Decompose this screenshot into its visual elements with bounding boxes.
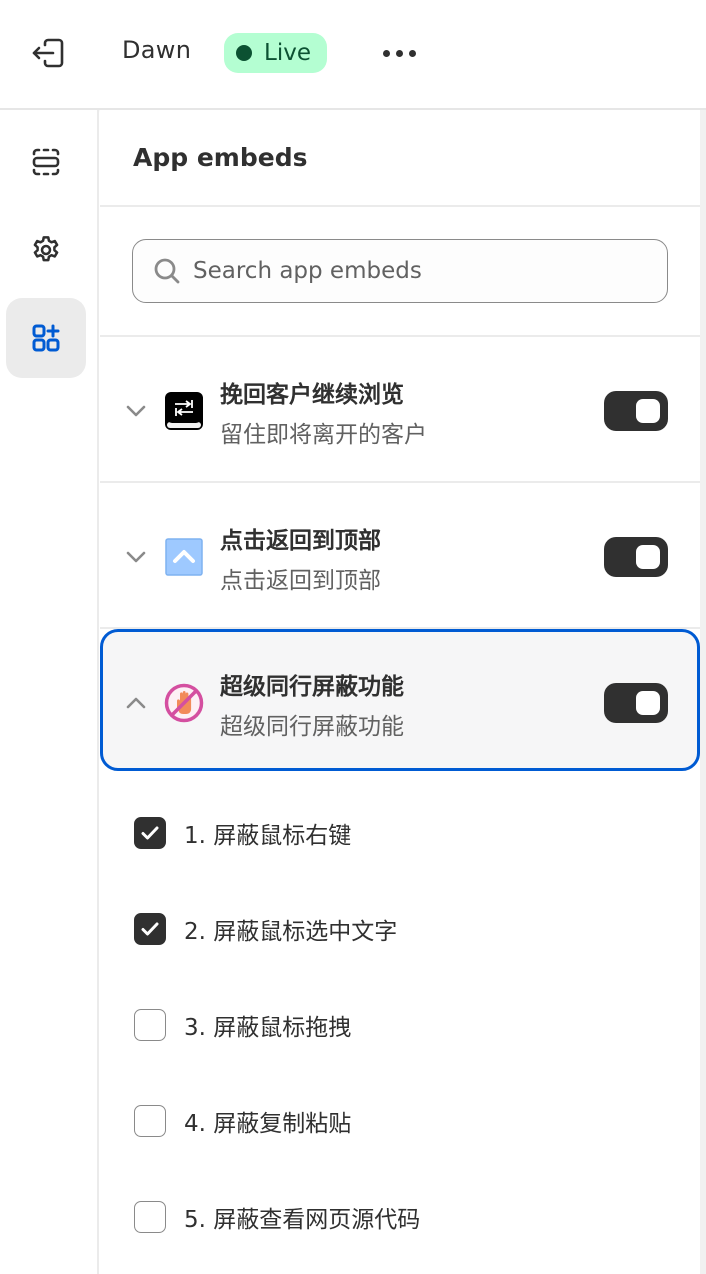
embed-subtitle: 超级同行屏蔽功能 [220,714,404,740]
search-icon [154,258,180,284]
status-badge: Live [224,33,327,73]
gear-icon [33,236,59,262]
option-label: 4. 屏蔽复制粘贴 [184,1111,352,1137]
more-actions-button[interactable] [378,36,420,70]
embed-toggle[interactable] [604,391,668,431]
checkbox-checked[interactable] [134,913,166,945]
keyboard-tab-icon [165,392,203,430]
rail-item-theme-settings[interactable] [6,210,86,290]
expand-button[interactable] [124,545,148,569]
toggle-knob [636,691,660,715]
app-embed-item-expanded: 超级同行屏蔽功能 超级同行屏蔽功能 [100,629,700,771]
chevron-down-icon [126,551,146,563]
option-label: 5. 屏蔽查看网页源代码 [184,1207,421,1233]
expand-button[interactable] [124,399,148,423]
embed-toggle[interactable] [604,683,668,723]
status-dot [236,45,252,61]
scrollbar-track[interactable] [700,110,706,1274]
sidebar-rail [0,110,99,1274]
collapse-button[interactable] [124,691,148,715]
option-label: 1. 屏蔽鼠标右键 [184,823,352,849]
panel-header: App embeds [100,110,700,207]
checkbox-unchecked[interactable] [134,1009,166,1041]
rail-item-sections[interactable] [6,122,86,202]
rail-item-app-embeds[interactable] [6,298,86,378]
search-section [100,207,700,337]
embed-subtitle: 点击返回到顶部 [220,568,381,594]
embed-settings-list: 1. 屏蔽鼠标右键 2. 屏蔽鼠标选中文字 3. 屏蔽鼠标拖拽 4. 屏蔽复制粘… [100,771,700,1265]
option-label: 2. 屏蔽鼠标选中文字 [184,919,398,945]
app-icon [164,683,204,723]
embed-title: 超级同行屏蔽功能 [220,674,404,700]
panel-title: App embeds [133,143,308,172]
app-embeds-panel: App embeds 挽回客户继续浏览 留住即将离开的客户 [100,110,700,1274]
theme-name: Dawn [122,36,192,64]
option-checkbox-row[interactable]: 3. 屏蔽鼠标拖拽 [100,977,700,1073]
checkbox-unchecked[interactable] [134,1201,166,1233]
app-embed-item: 挽回客户继续浏览 留住即将离开的客户 [100,337,700,483]
back-to-top-icon [165,538,203,576]
sections-icon [32,148,60,176]
app-icon [164,537,204,577]
embed-title: 点击返回到顶部 [220,528,381,554]
option-checkbox-row[interactable]: 4. 屏蔽复制粘贴 [100,1073,700,1169]
exit-button[interactable] [28,34,68,72]
embed-toggle[interactable] [604,537,668,577]
checkmark-icon [141,922,159,936]
chevron-up-icon [126,697,146,709]
no-hand-icon [164,683,204,723]
app-icon [164,391,204,431]
checkbox-checked[interactable] [134,817,166,849]
toggle-knob [636,545,660,569]
embed-title: 挽回客户继续浏览 [220,382,404,408]
exit-icon [32,38,64,68]
ellipsis-icon [382,49,416,57]
status-label: Live [264,40,311,66]
app-embed-item: 点击返回到顶部 点击返回到顶部 [100,483,700,629]
option-label: 3. 屏蔽鼠标拖拽 [184,1015,352,1041]
chevron-down-icon [126,405,146,417]
embed-subtitle: 留住即将离开的客户 [220,422,427,448]
checkbox-unchecked[interactable] [134,1105,166,1137]
option-checkbox-row[interactable]: 5. 屏蔽查看网页源代码 [100,1169,700,1265]
option-checkbox-row[interactable]: 2. 屏蔽鼠标选中文字 [100,881,700,977]
search-field[interactable] [132,239,668,303]
search-input[interactable] [193,258,633,284]
apps-add-icon [32,324,60,352]
top-bar: Dawn Live [0,0,706,110]
checkmark-icon [141,826,159,840]
option-checkbox-row[interactable]: 1. 屏蔽鼠标右键 [100,785,700,881]
toggle-knob [636,399,660,423]
